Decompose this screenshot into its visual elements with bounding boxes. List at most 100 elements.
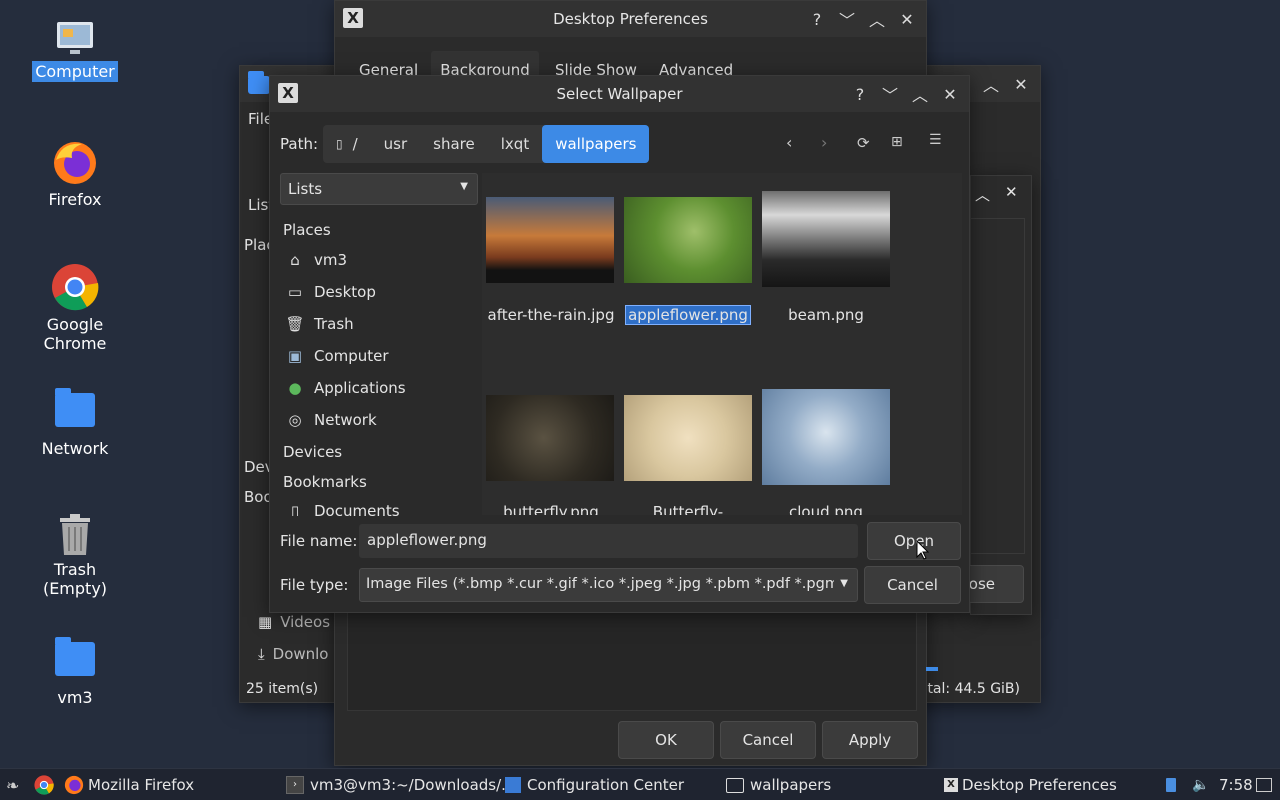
thumbnail-after-the-rain[interactable]	[486, 197, 614, 283]
cancel-button[interactable]: Cancel	[720, 721, 816, 759]
desktop-icon-label: Network	[41, 439, 109, 458]
apply-button[interactable]: Apply	[822, 721, 918, 759]
desktop-icon-firefox[interactable]: Firefox	[20, 140, 130, 209]
lxqt-logo-icon: X	[343, 8, 363, 28]
network-folder-icon	[55, 388, 95, 427]
start-menu-icon[interactable]: ❧	[6, 771, 19, 799]
taskbar-configuration-center[interactable]: Configuration Center	[505, 771, 684, 799]
cancel-button[interactable]: Cancel	[864, 566, 961, 604]
forward-icon[interactable]: ›	[821, 133, 827, 152]
thumbnail-cloud[interactable]	[762, 389, 890, 485]
view-options-icon[interactable]: ☰	[929, 132, 942, 148]
filename-input[interactable]: appleflower.png	[359, 524, 858, 558]
devices-header: Devices	[283, 443, 343, 461]
reload-icon[interactable]: ⟳	[857, 134, 870, 152]
close-icon[interactable]: ✕	[1010, 73, 1032, 95]
folder-icon	[726, 777, 744, 793]
taskbar-desktop-preferences[interactable]: X Desktop Preferences	[944, 771, 1117, 799]
config-icon	[505, 777, 521, 793]
home-folder-icon	[55, 637, 95, 676]
terminal-icon: ›	[286, 776, 304, 794]
sidebar-item-documents[interactable]: ▯ Documents	[270, 496, 400, 516]
help-icon[interactable]: ?	[806, 8, 828, 30]
file-label[interactable]: after-the-rain.jpg	[482, 306, 620, 324]
sidebar-item-label: Videos	[280, 613, 331, 631]
close-icon[interactable]: ✕	[896, 8, 918, 30]
clock[interactable]: 7:58	[1219, 771, 1253, 799]
maximize-icon[interactable]: ︿	[975, 184, 990, 205]
desktop-icon-vm3[interactable]: vm3	[20, 637, 130, 707]
ok-button[interactable]: OK	[618, 721, 714, 759]
desktop-icon-chrome[interactable]: Google Chrome	[20, 263, 130, 353]
taskbar-terminal[interactable]: › vm3@vm3:~/Downloads/...	[286, 771, 515, 799]
sidebar-item-applications[interactable]: ● Applications	[270, 373, 405, 403]
thumbnail-appleflower[interactable]	[624, 197, 752, 283]
desktop-icon-computer[interactable]: Computer	[20, 20, 130, 82]
bookmarks-header: Bookmarks	[283, 473, 367, 491]
video-icon: ▦	[258, 613, 273, 631]
breadcrumb-share[interactable]: share	[420, 126, 488, 162]
computer-icon: ▣	[287, 347, 303, 365]
breadcrumb-wallpapers[interactable]: wallpapers	[542, 125, 650, 163]
maximize-icon[interactable]: ︿	[909, 83, 931, 105]
help-icon[interactable]: ?	[849, 83, 871, 105]
back-icon[interactable]: ‹	[786, 133, 792, 152]
chrome-launcher[interactable]	[34, 771, 54, 799]
taskbar-wallpapers[interactable]: wallpapers	[726, 771, 831, 799]
thumbnail-beam[interactable]	[762, 191, 890, 287]
sidebar-item-downloads[interactable]: ⤓ Downlo	[258, 645, 329, 663]
maximize-icon[interactable]: ︿	[980, 73, 1002, 95]
view-mode-select[interactable]: Lists ▼	[280, 173, 478, 205]
sidebar-item-trash[interactable]: 🗑 Trash	[270, 309, 353, 339]
sidebar-item-network[interactable]: ◎ Network	[270, 405, 376, 435]
firefox-icon	[64, 775, 84, 795]
file-label[interactable]: cloud.png	[757, 503, 895, 515]
desktop-icon-label: Computer	[32, 61, 118, 82]
desktop-icon-label: vm3	[57, 688, 93, 707]
show-desktop-icon[interactable]	[1256, 771, 1272, 799]
breadcrumb-usr[interactable]: usr	[371, 126, 421, 162]
sidebar-item-videos[interactable]: ▦ Videos	[258, 613, 330, 631]
download-icon: ⤓	[258, 645, 265, 663]
file-label-selected[interactable]: appleflower.png	[619, 305, 757, 325]
breadcrumb-lxqt[interactable]: lxqt	[488, 126, 542, 162]
close-icon[interactable]: ✕	[939, 83, 961, 105]
firefox-icon	[54, 142, 96, 184]
filetype-label: File type:	[280, 576, 349, 594]
file-label[interactable]: Butterfly-	[619, 503, 757, 515]
volume-icon[interactable]: 🔈	[1192, 771, 1209, 799]
minimize-icon[interactable]: ﹀	[879, 83, 901, 105]
network-icon: ◎	[288, 411, 302, 429]
sidebar-item-computer[interactable]: ▣ Computer	[270, 341, 389, 371]
file-grid: after-the-rain.jpg appleflower.png beam.…	[482, 173, 962, 515]
sidebar-item-vm3[interactable]: ⌂ vm3	[270, 245, 347, 275]
thumbnail-butterfly-2[interactable]	[624, 395, 752, 481]
sidebar-item-desktop[interactable]: ▭ Desktop	[270, 277, 376, 307]
applications-icon: ●	[288, 379, 302, 397]
chrome-icon	[34, 775, 54, 795]
desktop-icon-label: Trash (Empty)	[42, 560, 108, 598]
path-label: Path:	[280, 135, 319, 153]
status-count: 25 item(s)	[246, 681, 319, 697]
open-button[interactable]: Open	[867, 522, 961, 560]
desktop-icon-label: Google Chrome	[43, 315, 107, 353]
file-label[interactable]: beam.png	[757, 306, 895, 324]
tray-usb-icon[interactable]	[1166, 771, 1176, 799]
folder-icon	[248, 71, 270, 94]
select-wallpaper-dialog: X Select Wallpaper ? ﹀ ︿ ✕ Path: ▯ / usr…	[269, 75, 970, 613]
filetype-select[interactable]: Image Files (*.bmp *.cur *.gif *.ico *.j…	[359, 568, 858, 602]
file-label[interactable]: butterfly.png	[482, 503, 620, 515]
desktop-icon-network[interactable]: Network	[20, 388, 130, 458]
new-folder-icon[interactable]: ⊞	[891, 134, 903, 150]
taskbar-firefox[interactable]: Mozilla Firefox	[64, 771, 194, 799]
status-free-space: otal: 44.5 GiB)	[918, 681, 1020, 697]
maximize-icon[interactable]: ︿	[866, 8, 888, 30]
minimize-icon[interactable]: ﹀	[836, 8, 858, 30]
sidebar-item-label: Downlo	[272, 645, 329, 663]
close-icon[interactable]: ✕	[1005, 183, 1018, 201]
desktop-icon: ▭	[287, 283, 303, 301]
home-icon: ⌂	[290, 251, 300, 269]
desktop-icon-trash[interactable]: Trash (Empty)	[20, 514, 130, 598]
thumbnail-butterfly[interactable]	[486, 395, 614, 481]
breadcrumb-root[interactable]: ▯ /	[323, 126, 371, 162]
